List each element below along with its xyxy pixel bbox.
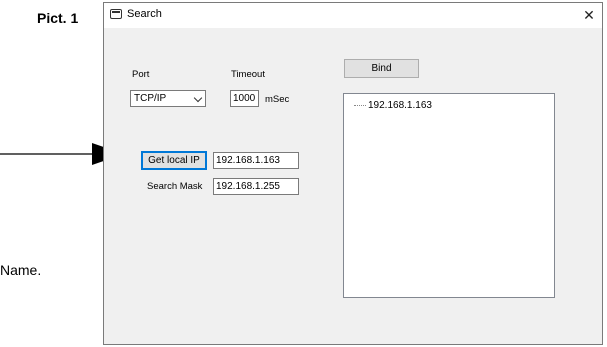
app-window-icon — [110, 9, 122, 19]
port-select[interactable]: TCP/IP — [130, 90, 206, 107]
local-ip-input[interactable]: 192.168.1.163 — [213, 152, 299, 169]
tree-connector — [354, 104, 366, 106]
bind-button[interactable]: Bind — [344, 59, 419, 78]
search-dialog: Search ✕ Port TCP/IP Timeout 1000 mSec B… — [103, 2, 603, 345]
close-icon[interactable]: ✕ — [576, 3, 602, 28]
chevron-down-icon — [193, 93, 203, 103]
tree-item[interactable]: 192.168.1.163 — [354, 100, 432, 111]
get-local-ip-button[interactable]: Get local IP — [141, 151, 207, 170]
timeout-unit: mSec — [265, 94, 290, 105]
window-title: Search — [127, 8, 162, 20]
port-label: Port — [132, 69, 150, 80]
search-mask-input[interactable]: 192.168.1.255 — [213, 178, 299, 195]
timeout-label: Timeout — [231, 69, 265, 80]
search-mask-label: Search Mask — [147, 181, 203, 192]
timeout-input[interactable]: 1000 — [230, 90, 259, 107]
title-bar[interactable]: Search ✕ — [104, 3, 602, 28]
document-text-fragment: Name. — [0, 262, 42, 278]
tree-item-label: 192.168.1.163 — [368, 100, 432, 111]
device-tree[interactable]: 192.168.1.163 — [343, 93, 555, 298]
figure-label: Pict. 1 — [37, 10, 79, 26]
port-select-value: TCP/IP — [134, 93, 167, 104]
